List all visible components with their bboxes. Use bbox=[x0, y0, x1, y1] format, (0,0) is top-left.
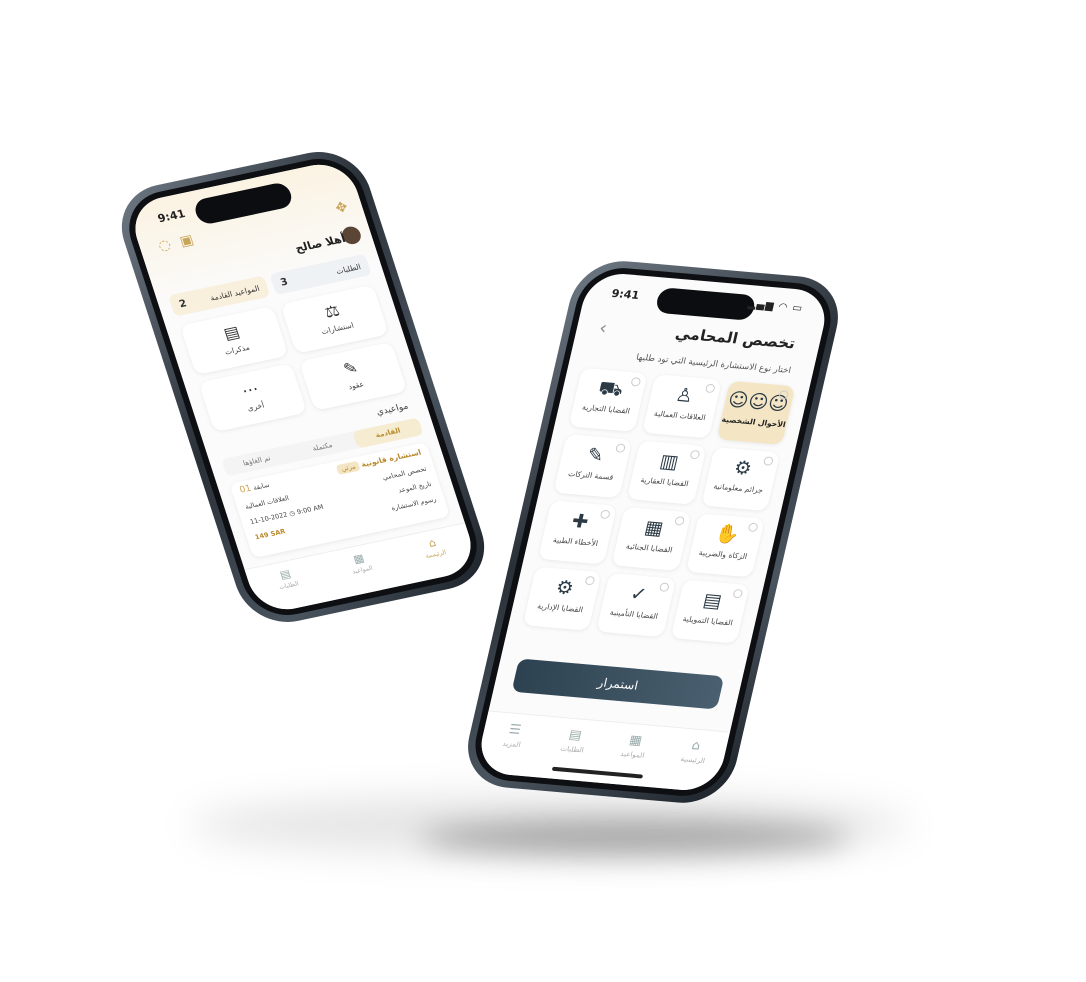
card-time: 9:00 AM bbox=[295, 502, 325, 517]
service-contracts[interactable]: ✎ عقود bbox=[298, 341, 408, 411]
mockup-scene: ◌ ▣ ✥ 9:41 أهلا صالح 2 المواعيد القادمة bbox=[0, 0, 1086, 982]
category-criminal[interactable]: ▦ القضايا الجنائية bbox=[611, 506, 692, 571]
chat-icon[interactable]: ▣ bbox=[178, 232, 196, 250]
status-time: 9:41 bbox=[610, 286, 641, 303]
continue-button[interactable]: استمرار bbox=[511, 658, 725, 710]
category-personal-status[interactable]: ☺☺☺ الأحوال الشخصية bbox=[716, 380, 796, 445]
calendar-icon: ▦ bbox=[627, 732, 644, 749]
back-chevron-icon[interactable]: ‹ bbox=[597, 318, 609, 339]
card-badge: مرئي bbox=[335, 460, 362, 475]
category-labor[interactable]: ♙ العلاقات العمالية bbox=[642, 374, 722, 439]
category-inheritance[interactable]: ✎ قسمة التركات bbox=[553, 434, 633, 499]
home-screen: ◌ ▣ ✥ 9:41 أهلا صالح 2 المواعيد القادمة bbox=[126, 158, 480, 616]
category-finance[interactable]: ▤ القضايا التمويلية bbox=[670, 579, 750, 644]
notification-icon[interactable]: ◌ bbox=[156, 237, 173, 255]
service-memos[interactable]: ▤ مذكرات bbox=[180, 306, 289, 376]
home-icon: ⌂ bbox=[690, 738, 702, 754]
category-administrative[interactable]: ⚙ القضايا الإدارية bbox=[522, 566, 602, 631]
category-insurance[interactable]: ✓ القضايا التأمينية bbox=[596, 572, 676, 638]
service-other[interactable]: ⋯ أخرى bbox=[198, 363, 308, 433]
tab-appointments[interactable]: ▦ المواعيد bbox=[318, 539, 406, 600]
category-commercial[interactable]: ⛟ القضايا التجارية bbox=[568, 367, 648, 432]
category-medical[interactable]: ✚ الأخطاء الطبية bbox=[538, 500, 618, 565]
card-number-label: سابقة bbox=[252, 480, 271, 492]
specialty-grid: ⛟ القضايا التجارية ♙ العلاقات العمالية ☺… bbox=[522, 367, 796, 644]
orders-icon: ▤ bbox=[567, 727, 584, 744]
tab-home[interactable]: ⌂ الرئيسية bbox=[656, 727, 730, 793]
category-real-estate[interactable]: ▥ القضايا العقارية bbox=[627, 440, 707, 505]
tab-home[interactable]: ⌂ الرئيسية bbox=[392, 523, 480, 584]
specialty-screen: 9:41 ▂▄▆ ◠ ▭ ‹ تخصص المحامي اختار نوع ال… bbox=[474, 271, 832, 793]
card-number: 01 bbox=[238, 483, 253, 496]
page-title: تخصص المحامي bbox=[673, 324, 798, 353]
phone-specialty-screen: 9:41 ▂▄▆ ◠ ▭ ‹ تخصص المحامي اختار نوع ال… bbox=[458, 257, 848, 807]
tab-orders[interactable]: ▤ الطلبات bbox=[245, 555, 333, 616]
menu-icon: ☰ bbox=[507, 722, 523, 738]
service-consultations[interactable]: ⚖ استشارات bbox=[280, 284, 389, 354]
appointments-heading: مواعيدي bbox=[375, 401, 410, 418]
bottom-tabbar: ☰ المزيد ▤ الطلبات ▦ المواعيد ⌂ الرئيسية bbox=[474, 710, 731, 793]
card-fee: 149 SAR bbox=[253, 527, 287, 542]
category-cybercrime[interactable]: ⚙ جرائم معلوماتية bbox=[700, 446, 781, 512]
category-zakat-tax[interactable]: ✋ الزكاة والضريبة bbox=[685, 513, 765, 578]
floor-shadow-dark bbox=[420, 820, 850, 856]
app-logo-icon: ✥ bbox=[333, 199, 350, 217]
phone-home-screen: ◌ ▣ ✥ 9:41 أهلا صالح 2 المواعيد القادمة bbox=[109, 143, 497, 631]
status-icons: ▂▄▆ ◠ ▭ bbox=[746, 298, 805, 315]
status-time: 9:41 bbox=[155, 207, 187, 226]
